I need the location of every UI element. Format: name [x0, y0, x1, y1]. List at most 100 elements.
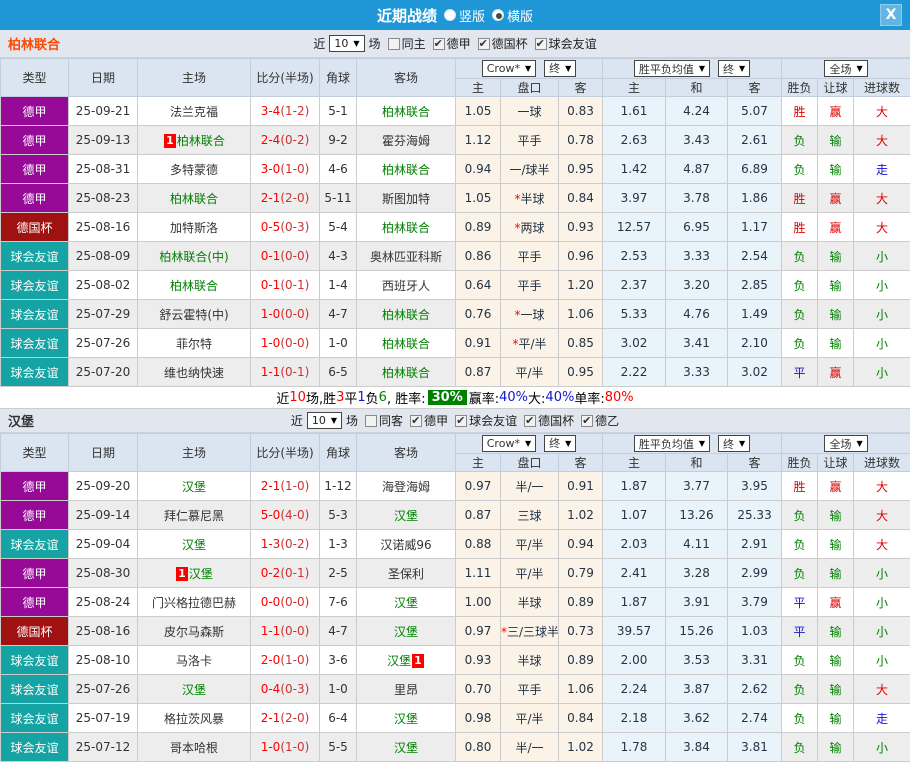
- filter-controls: 近10▼场同主德甲德国杯球会友谊: [313, 35, 596, 52]
- cell-goals-result: 走: [854, 704, 910, 733]
- cell-result: 负: [782, 329, 818, 358]
- cell-handicap-line: 一球: [501, 97, 559, 126]
- league-checkbox[interactable]: [410, 415, 422, 427]
- euro-time-select[interactable]: 终▼: [718, 435, 750, 452]
- match-count-select[interactable]: 10▼: [329, 35, 364, 52]
- cell-score: 2-1(2-0): [251, 704, 320, 733]
- handicap-text: 平/半: [515, 712, 543, 726]
- cell-handicap-away-odds: 0.84: [559, 184, 603, 213]
- league-checkbox[interactable]: [455, 415, 467, 427]
- cell-score: 1-0(0-0): [251, 329, 320, 358]
- period-select[interactable]: 全场▼: [824, 60, 867, 77]
- summary-part: 40%: [499, 390, 528, 405]
- unit-label: 场: [369, 35, 381, 52]
- layout-radio-vertical[interactable]: 竖版: [444, 6, 485, 25]
- radio-horizontal-icon[interactable]: [492, 9, 504, 21]
- table-row: 球会友谊25-08-09柏林联合(中)0-1(0-0)4-3奥林匹亚科斯0.86…: [1, 242, 910, 271]
- cell-goals-result: 小: [854, 559, 910, 588]
- cell-corners: 1-4: [320, 271, 357, 300]
- league-checkbox[interactable]: [535, 38, 547, 50]
- cell-handicap-away-odds: 1.02: [559, 501, 603, 530]
- euro-odds-select[interactable]: 胜平负均值▼: [634, 435, 710, 452]
- cell-date: 25-07-29: [69, 300, 138, 329]
- cell-handicap-home-odds: 0.64: [456, 271, 501, 300]
- cell-date: 25-08-10: [69, 646, 138, 675]
- halftime-score: (0-0): [280, 624, 309, 638]
- cell-handicap-home-odds: 0.94: [456, 155, 501, 184]
- same-venue-checkbox[interactable]: [388, 38, 400, 50]
- fulltime-score: 2-1: [261, 711, 281, 725]
- cell-result: 负: [782, 646, 818, 675]
- cell-date: 25-08-09: [69, 242, 138, 271]
- cell-euro-home-odds: 2.24: [603, 675, 666, 704]
- halftime-score: (1-0): [280, 479, 309, 493]
- close-icon[interactable]: X: [880, 4, 902, 26]
- cell-euro-away-odds: 2.54: [728, 242, 782, 271]
- cell-handicap-away-odds: 0.91: [559, 472, 603, 501]
- cell-home-team: 1柏林联合: [138, 126, 251, 155]
- cell-home-team: 柏林联合: [138, 184, 251, 213]
- cell-match-type: 德甲: [1, 184, 69, 213]
- cell-date: 25-08-16: [69, 213, 138, 242]
- same-venue-checkbox[interactable]: [365, 415, 377, 427]
- cell-euro-draw-odds: 3.77: [666, 472, 728, 501]
- cell-euro-away-odds: 5.07: [728, 97, 782, 126]
- odds-time-select[interactable]: 终▼: [544, 60, 576, 77]
- cell-match-type: 德甲: [1, 155, 69, 184]
- window-title: 近期战绩: [377, 5, 437, 26]
- euro-odds-select[interactable]: 胜平负均值▼: [634, 60, 710, 77]
- team-label: 柏林联合: [382, 221, 430, 235]
- period-select[interactable]: 全场▼: [824, 435, 867, 452]
- cell-handicap-away-odds: 0.95: [559, 155, 603, 184]
- league-checkbox[interactable]: [581, 415, 593, 427]
- cell-away-team: 柏林联合: [357, 300, 456, 329]
- cell-goals-result: 大: [854, 184, 910, 213]
- cell-handicap-away-odds: 0.96: [559, 242, 603, 271]
- cell-euro-draw-odds: 3.33: [666, 242, 728, 271]
- cell-handicap-away-odds: 0.73: [559, 617, 603, 646]
- cell-euro-home-odds: 2.22: [603, 358, 666, 387]
- cell-handicap-home-odds: 0.87: [456, 501, 501, 530]
- team-label: 西班牙人: [382, 279, 430, 293]
- bookmaker-select[interactable]: Crow*▼: [482, 435, 536, 452]
- cell-match-type: 球会友谊: [1, 329, 69, 358]
- handicap-text: 平手: [517, 683, 541, 697]
- cell-home-team: 维也纳快速: [138, 358, 251, 387]
- cell-result: 平: [782, 588, 818, 617]
- cell-handicap-result: 输: [818, 329, 854, 358]
- cell-euro-draw-odds: 3.33: [666, 358, 728, 387]
- layout-radio-horizontal[interactable]: 横版: [492, 6, 533, 25]
- radio-vertical-icon[interactable]: [444, 9, 456, 21]
- cell-handicap-away-odds: 1.20: [559, 271, 603, 300]
- league-checkbox[interactable]: [478, 38, 490, 50]
- column-header: 角球: [320, 59, 357, 97]
- handicap-text: 平手: [517, 134, 541, 148]
- halftime-score: (0-0): [280, 336, 309, 350]
- cell-match-type: 德甲: [1, 97, 69, 126]
- cell-handicap-away-odds: 0.85: [559, 329, 603, 358]
- league-checkbox[interactable]: [524, 415, 536, 427]
- cell-date: 25-09-20: [69, 472, 138, 501]
- titlebar: 近期战绩 竖版 横版 X: [0, 0, 910, 30]
- table-row: 球会友谊25-08-10马洛卡2-0(1-0)3-6汉堡10.93半球0.892…: [1, 646, 910, 675]
- league-checkbox[interactable]: [433, 38, 445, 50]
- cell-result: 负: [782, 704, 818, 733]
- handicap-text: 两球: [520, 221, 544, 235]
- team-label: 柏林联合: [382, 308, 430, 322]
- table-row: 德甲25-09-20汉堡2-1(1-0)1-12海登海姆0.97半/一0.911…: [1, 472, 910, 501]
- cell-goals-result: 大: [854, 675, 910, 704]
- cell-match-type: 球会友谊: [1, 675, 69, 704]
- table-row: 德国杯25-08-16加特斯洛0-5(0-3)5-4柏林联合0.89*两球0.9…: [1, 213, 910, 242]
- cell-away-team: 里昂: [357, 675, 456, 704]
- odds-time-select[interactable]: 终▼: [544, 435, 576, 452]
- cell-euro-away-odds: 1.03: [728, 617, 782, 646]
- team-label: 汉堡: [387, 654, 411, 668]
- column-header: 比分(半场): [251, 434, 320, 472]
- bookmaker-select[interactable]: Crow*▼: [482, 60, 536, 77]
- cell-handicap-line: 平手: [501, 242, 559, 271]
- fulltime-score: 1-0: [261, 336, 281, 350]
- column-header: 比分(半场): [251, 59, 320, 97]
- match-count-select[interactable]: 10▼: [307, 412, 342, 429]
- euro-time-select[interactable]: 终▼: [718, 60, 750, 77]
- chevron-down-icon: ▼: [699, 64, 705, 73]
